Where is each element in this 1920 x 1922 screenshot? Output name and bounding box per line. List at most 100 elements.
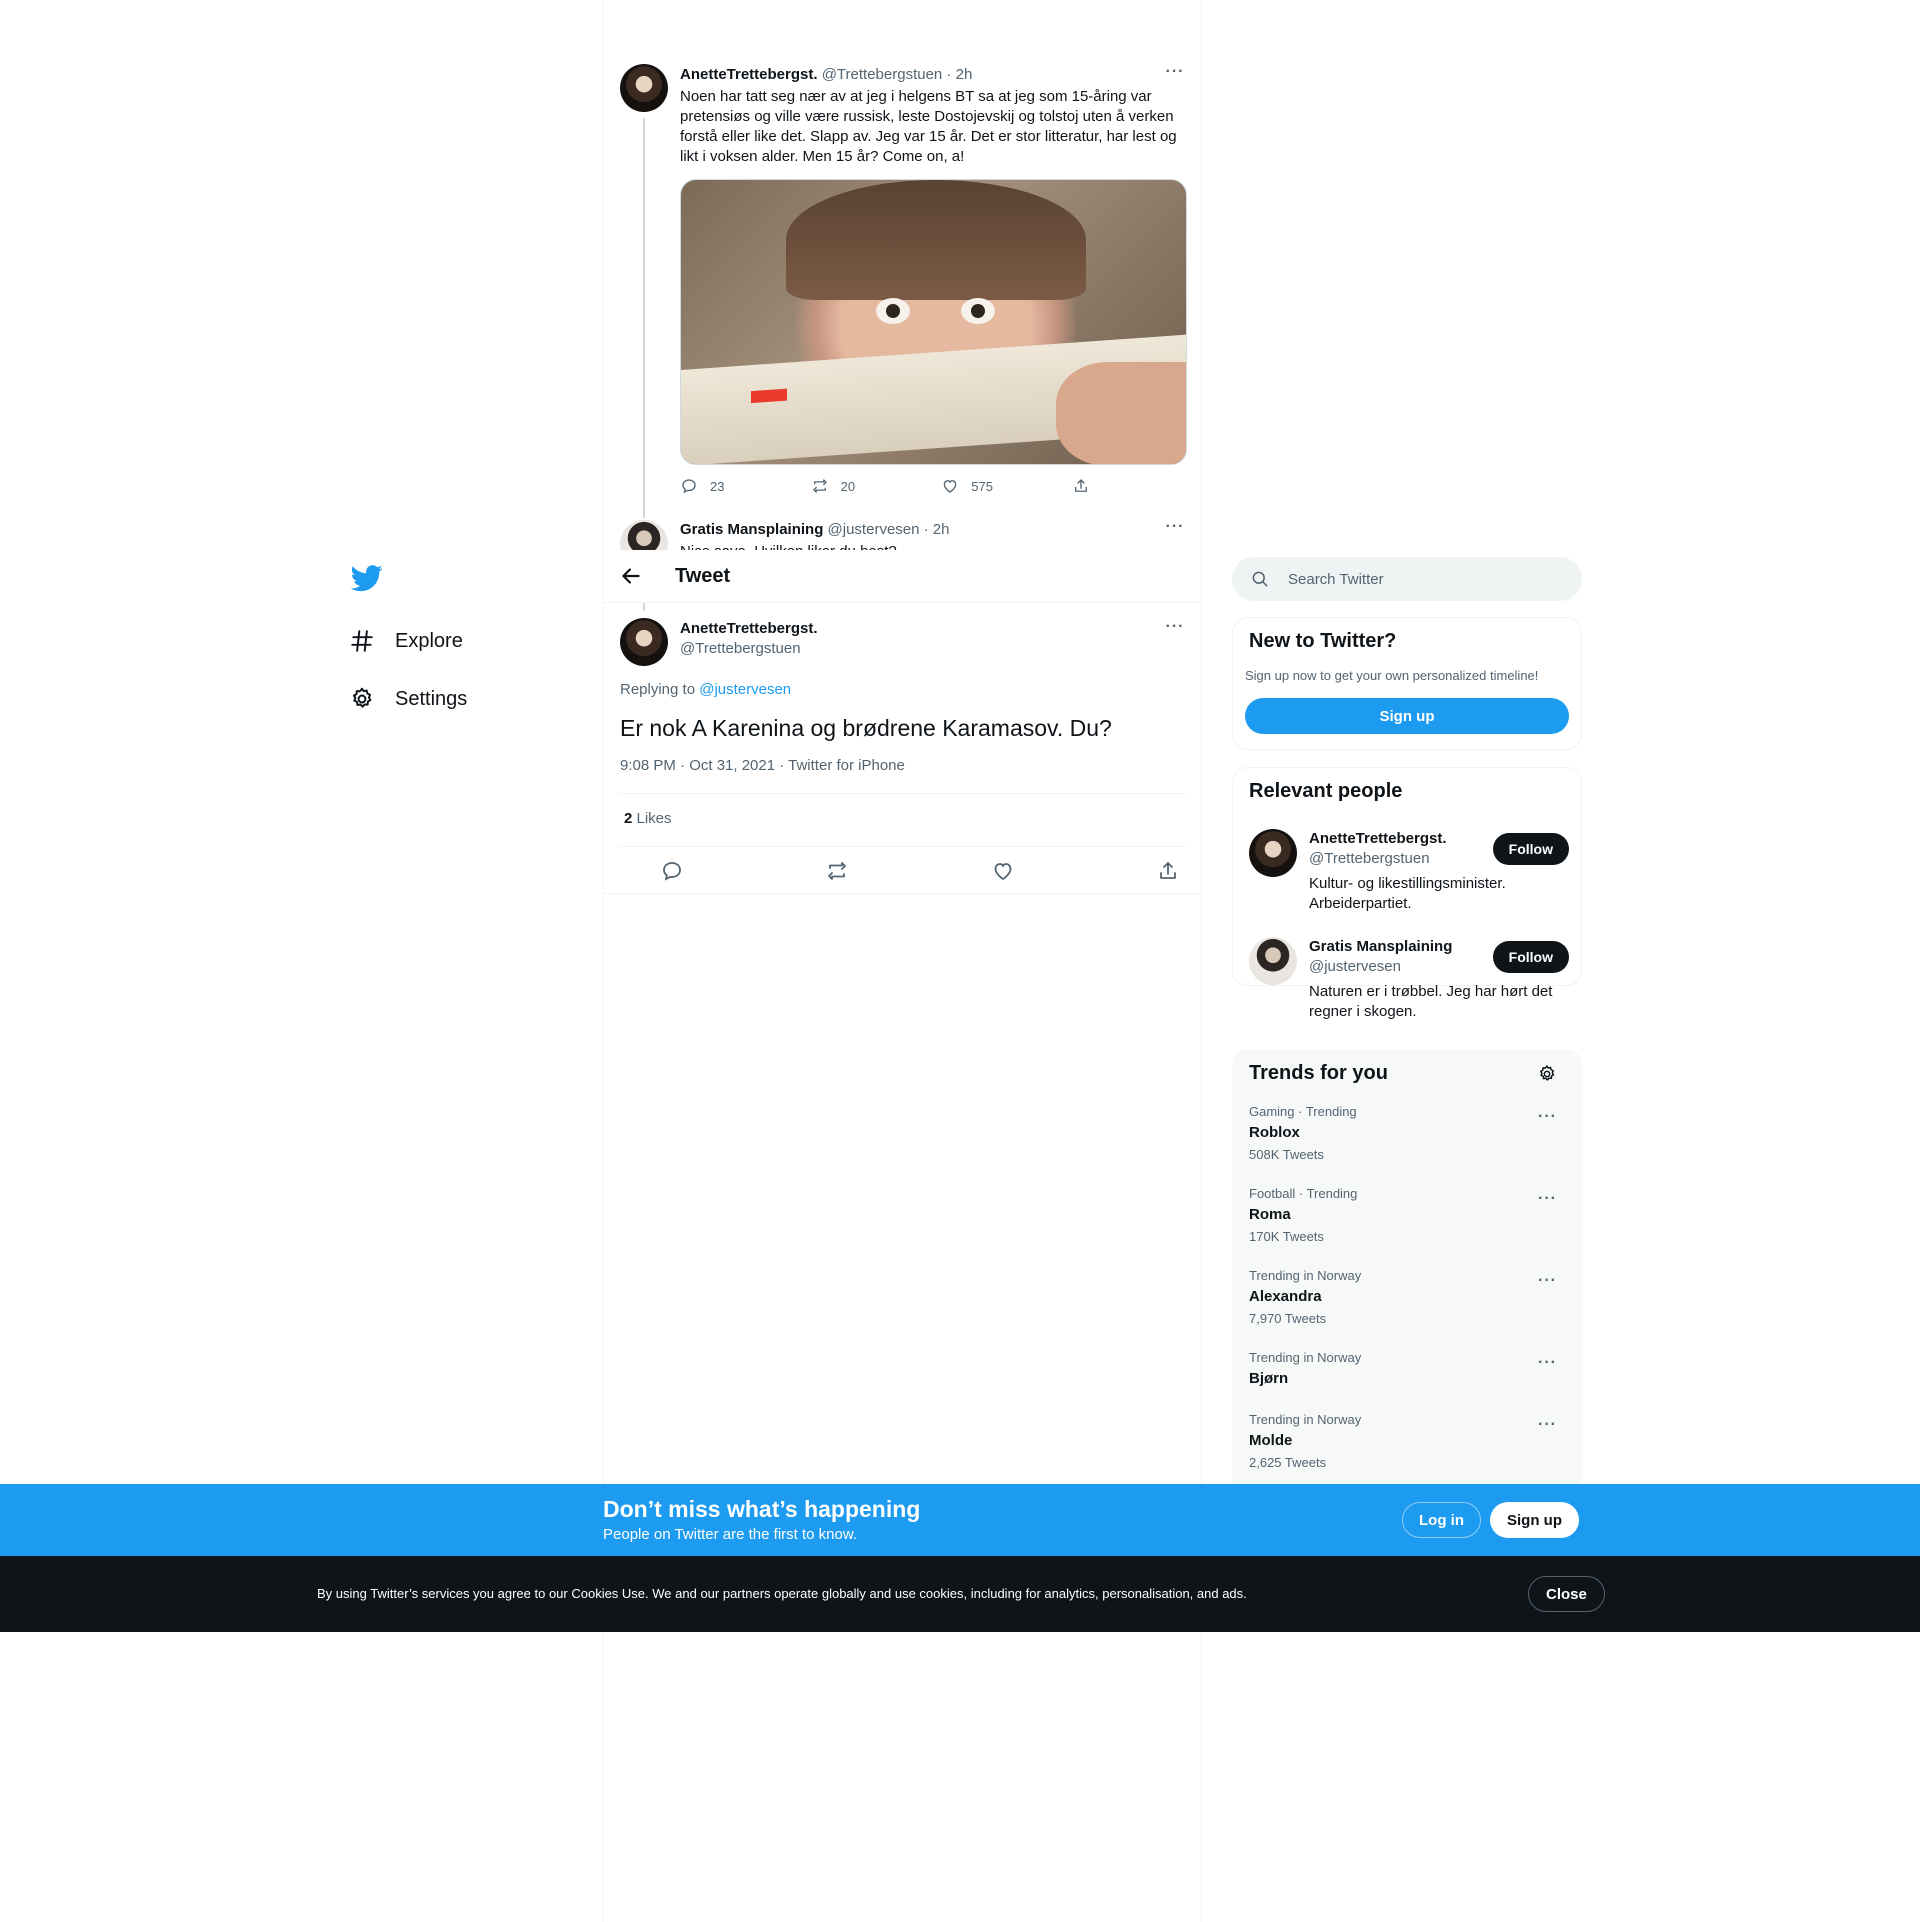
person-name[interactable]: Gratis Mansplaining (1309, 938, 1452, 955)
tweet-author-name[interactable]: Gratis Mansplaining (680, 521, 823, 538)
more-icon[interactable]: ··· (1165, 619, 1185, 641)
gear-icon[interactable] (1537, 1064, 1557, 1084)
photo-eye (961, 298, 995, 324)
tweet-photo[interactable] (680, 179, 1187, 465)
new-to-twitter-card: New to Twitter? Sign up now to get your … (1232, 617, 1582, 750)
photo-book-tag (751, 388, 787, 404)
trend-category: Gaming · Trending (1249, 1104, 1357, 1119)
tweet-header: Gratis Mansplaining @justervesen · 2h (680, 521, 949, 538)
more-icon[interactable]: ··· (1538, 1190, 1557, 1208)
person-name[interactable]: AnetteTrettebergst. (1309, 830, 1447, 847)
banner-sign-up-button[interactable]: Sign up (1490, 1502, 1579, 1538)
tweet-text: Er nok A Karenina og brødrene Karamasov.… (620, 715, 1112, 741)
tweet-timestamp[interactable]: 9:08 PM · Oct 31, 2021 · Twitter for iPh… (620, 757, 905, 774)
more-icon[interactable]: ··· (1165, 519, 1185, 541)
like-icon (943, 480, 957, 493)
reply-button[interactable]: 23 (680, 477, 811, 495)
person-bio: Kultur- og likestillingsminister. Arbeid… (1309, 875, 1506, 912)
signup-banner: Don’t miss what’s happening People on Tw… (0, 1484, 1920, 1556)
avatar[interactable] (1249, 829, 1297, 877)
like-icon[interactable] (991, 859, 1015, 883)
trend-count: 508K Tweets (1249, 1147, 1324, 1162)
likes-stat[interactable]: 2 Likes (624, 810, 672, 827)
replying-to-prefix: Replying to (620, 681, 700, 698)
person-bio: Naturen er i trøbbel. Jeg har hørt det r… (1309, 983, 1553, 1020)
retweet-count: 20 (840, 478, 856, 494)
card-title: Trends for you (1249, 1062, 1388, 1084)
like-count: 575 (971, 478, 993, 494)
trend-item[interactable]: Trending in Norway Bjørn ··· (1249, 1350, 1569, 1387)
share-icon[interactable] (1156, 859, 1180, 883)
hashtag-icon (351, 630, 373, 652)
tweet-text: Nice save. Hvilken liker du best? (680, 542, 1188, 550)
thread-line (643, 118, 645, 518)
trend-name: Molde (1249, 1432, 1293, 1449)
more-icon[interactable]: ··· (1538, 1354, 1557, 1372)
avatar[interactable] (620, 618, 668, 666)
relevant-people-card: Relevant people AnetteTrettebergst. @Tre… (1232, 767, 1582, 1020)
trend-item[interactable]: Trending in Norway Alexandra 7,970 Tweet… (1249, 1268, 1569, 1326)
trend-count: 7,970 Tweets (1249, 1311, 1327, 1326)
trend-count: 2,625 Tweets (1249, 1455, 1327, 1470)
divider (620, 846, 1187, 847)
trend-item[interactable]: Football · Trending Roma 170K Tweets ··· (1249, 1186, 1569, 1244)
card-title: New to Twitter? (1249, 630, 1397, 652)
follow-button[interactable]: Follow (1492, 833, 1569, 865)
trend-category: Trending in Norway (1249, 1412, 1362, 1427)
retweet-button[interactable]: 20 (811, 477, 942, 495)
follow-button[interactable]: Follow (1492, 941, 1569, 973)
trend-item[interactable]: Trending in Norway Molde 2,625 Tweets ··… (1249, 1412, 1569, 1470)
trend-category: Trending in Norway (1249, 1268, 1362, 1283)
more-icon[interactable]: ··· (1538, 1108, 1557, 1126)
tweet-author-handle: @justervesen · 2h (827, 521, 950, 538)
trend-count: 170K Tweets (1249, 1229, 1324, 1244)
cookie-consent-bar: By using Twitter’s services you agree to… (0, 1556, 1920, 1632)
tweet-text: Noen har tatt seg nær av at jeg i helgen… (680, 88, 1177, 165)
banner-title: Don’t miss what’s happening (603, 1496, 921, 1522)
more-icon[interactable]: ··· (1165, 64, 1185, 86)
card-title: Relevant people (1249, 780, 1403, 802)
likes-label: Likes (632, 810, 672, 827)
log-in-button[interactable]: Log in (1402, 1502, 1481, 1538)
tweet-actions: 23 20 575 (680, 477, 1110, 495)
search-box[interactable] (1232, 557, 1582, 601)
reply-icon (682, 479, 696, 494)
main-column: AnetteTrettebergst. @Trettebergstuen · 2… (603, 0, 1202, 1922)
avatar[interactable] (620, 520, 668, 550)
retweet-icon[interactable] (825, 859, 849, 883)
divider (604, 893, 1201, 894)
tweet-author-name[interactable]: AnetteTrettebergst. (680, 66, 818, 83)
replying-to: Replying to @justervesen (620, 681, 791, 698)
person-handle: @justervesen (1309, 958, 1401, 975)
person-handle: @Trettebergstuen (1309, 850, 1430, 867)
search-input[interactable] (1288, 570, 1558, 588)
nav-settings[interactable]: Settings (349, 679, 467, 719)
card-subtitle: Sign up now to get your own personalized… (1245, 668, 1539, 683)
more-icon[interactable]: ··· (1538, 1416, 1557, 1434)
twitter-logo-icon[interactable] (351, 562, 383, 594)
trend-item[interactable]: Gaming · Trending Roblox 508K Tweets ··· (1249, 1104, 1569, 1162)
cookie-text: By using Twitter’s services you agree to… (317, 1586, 1247, 1601)
like-button[interactable]: 575 (941, 477, 1072, 495)
tweet-author-handle[interactable]: @Trettebergstuen (680, 640, 801, 657)
nav-explore[interactable]: Explore (349, 621, 463, 661)
retweet-icon (812, 479, 827, 493)
photo-hand (1056, 362, 1186, 464)
trend-name: Roma (1249, 1206, 1291, 1223)
nav-explore-label: Explore (395, 629, 463, 652)
trend-name: Alexandra (1249, 1288, 1322, 1305)
replying-to-link[interactable]: @justervesen (699, 681, 791, 698)
photo-hair (786, 180, 1086, 300)
back-arrow-icon[interactable] (618, 563, 644, 589)
avatar[interactable] (620, 64, 668, 112)
more-icon[interactable]: ··· (1538, 1272, 1557, 1290)
tweet-author-name[interactable]: AnetteTrettebergst. (680, 620, 818, 637)
cookie-close-button[interactable]: Close (1528, 1576, 1605, 1612)
nav-settings-label: Settings (395, 687, 468, 710)
avatar[interactable] (1249, 937, 1297, 985)
share-button[interactable] (1072, 477, 1110, 495)
sign-up-button[interactable]: Sign up (1245, 698, 1569, 734)
reply-icon[interactable] (660, 859, 684, 883)
photo-eye (876, 298, 910, 324)
banner-subtitle: People on Twitter are the first to know. (603, 1526, 858, 1543)
